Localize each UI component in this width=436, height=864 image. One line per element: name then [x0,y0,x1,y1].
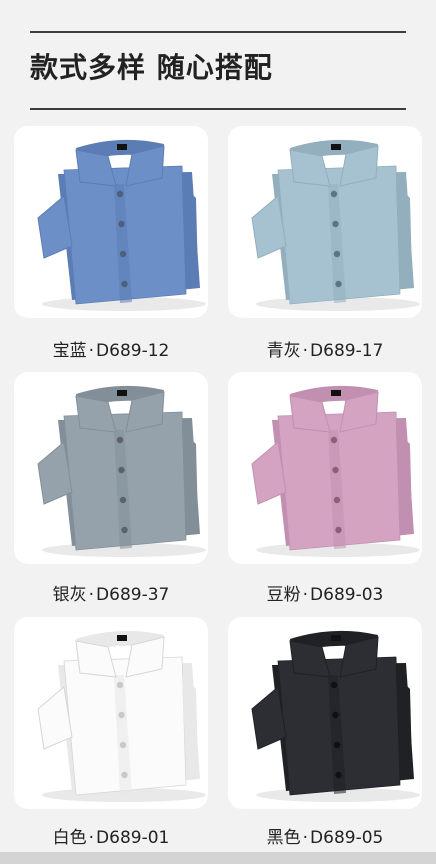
shirt-button [335,280,342,288]
shirt-image [37,385,206,557]
product-code: D689-12 [96,341,170,361]
separator-dot: · [88,585,95,605]
product-card-0[interactable] [14,126,208,318]
shirt-button [119,250,127,258]
separator-dot: · [302,828,309,848]
shirt-button [332,220,339,228]
shirt-button [118,711,125,719]
shirt-image [251,385,420,557]
shirt-image [37,630,206,802]
product-code: D689-03 [310,585,384,605]
section-heading: 款式多样 随心搭配 [30,51,273,84]
color-name: 豆粉 [266,585,301,605]
shirt-button [118,220,125,228]
product-caption-4: 白色 · D689-01 [14,823,208,848]
shirt-button [330,436,338,444]
product-card-4[interactable] [14,617,208,809]
shirt-button [332,711,339,719]
bottom-divider [30,108,406,110]
shirt-button [116,190,124,198]
shirt-button [121,280,128,288]
color-name: 白色 [52,828,87,848]
color-name: 银灰 [52,585,87,605]
product-code: D689-37 [96,585,170,605]
product-caption-1: 青灰 · D689-17 [228,336,422,361]
shirt-button [121,771,128,779]
shirt-label [117,144,127,150]
shirt-label [117,635,127,641]
product-card-3[interactable] [228,372,422,564]
product-code: D689-17 [310,341,384,361]
shirt-button [116,681,124,689]
shirt-button [121,526,128,534]
shirt-button [333,250,341,258]
shirt-button [332,466,339,474]
product-code: D689-05 [310,828,384,848]
product-caption-2: 银灰 · D689-37 [14,580,208,605]
shirt-button [333,496,341,504]
shirt-button [118,466,125,474]
shirt-button [330,681,338,689]
shirt-label [117,390,127,396]
product-card-1[interactable] [228,126,422,318]
shirt-button [333,741,341,749]
color-name: 黑色 [266,828,301,848]
product-card-5[interactable] [228,617,422,809]
product-card-2[interactable] [14,372,208,564]
shirt-button [330,190,338,198]
color-name: 青灰 [266,341,301,361]
shirt-image [251,630,420,802]
product-caption-5: 黑色 · D689-05 [228,823,422,848]
color-name: 宝蓝 [52,341,87,361]
shirt-button [119,741,127,749]
shirt-image [37,139,206,311]
shirt-label [331,390,341,396]
shirt-label [331,144,341,150]
separator-dot: · [88,828,95,848]
separator-dot: · [302,341,309,361]
product-code: D689-01 [96,828,170,848]
product-caption-0: 宝蓝 · D689-12 [14,336,208,361]
shirt-button [335,771,342,779]
top-divider [30,31,406,33]
shirt-button [335,526,342,534]
separator-dot: · [88,341,95,361]
shirt-label [331,635,341,641]
shirt-button [119,496,127,504]
shirt-button [116,436,124,444]
footer-bar [0,852,436,864]
shirt-image [251,139,420,311]
product-caption-3: 豆粉 · D689-03 [228,580,422,605]
separator-dot: · [302,585,309,605]
